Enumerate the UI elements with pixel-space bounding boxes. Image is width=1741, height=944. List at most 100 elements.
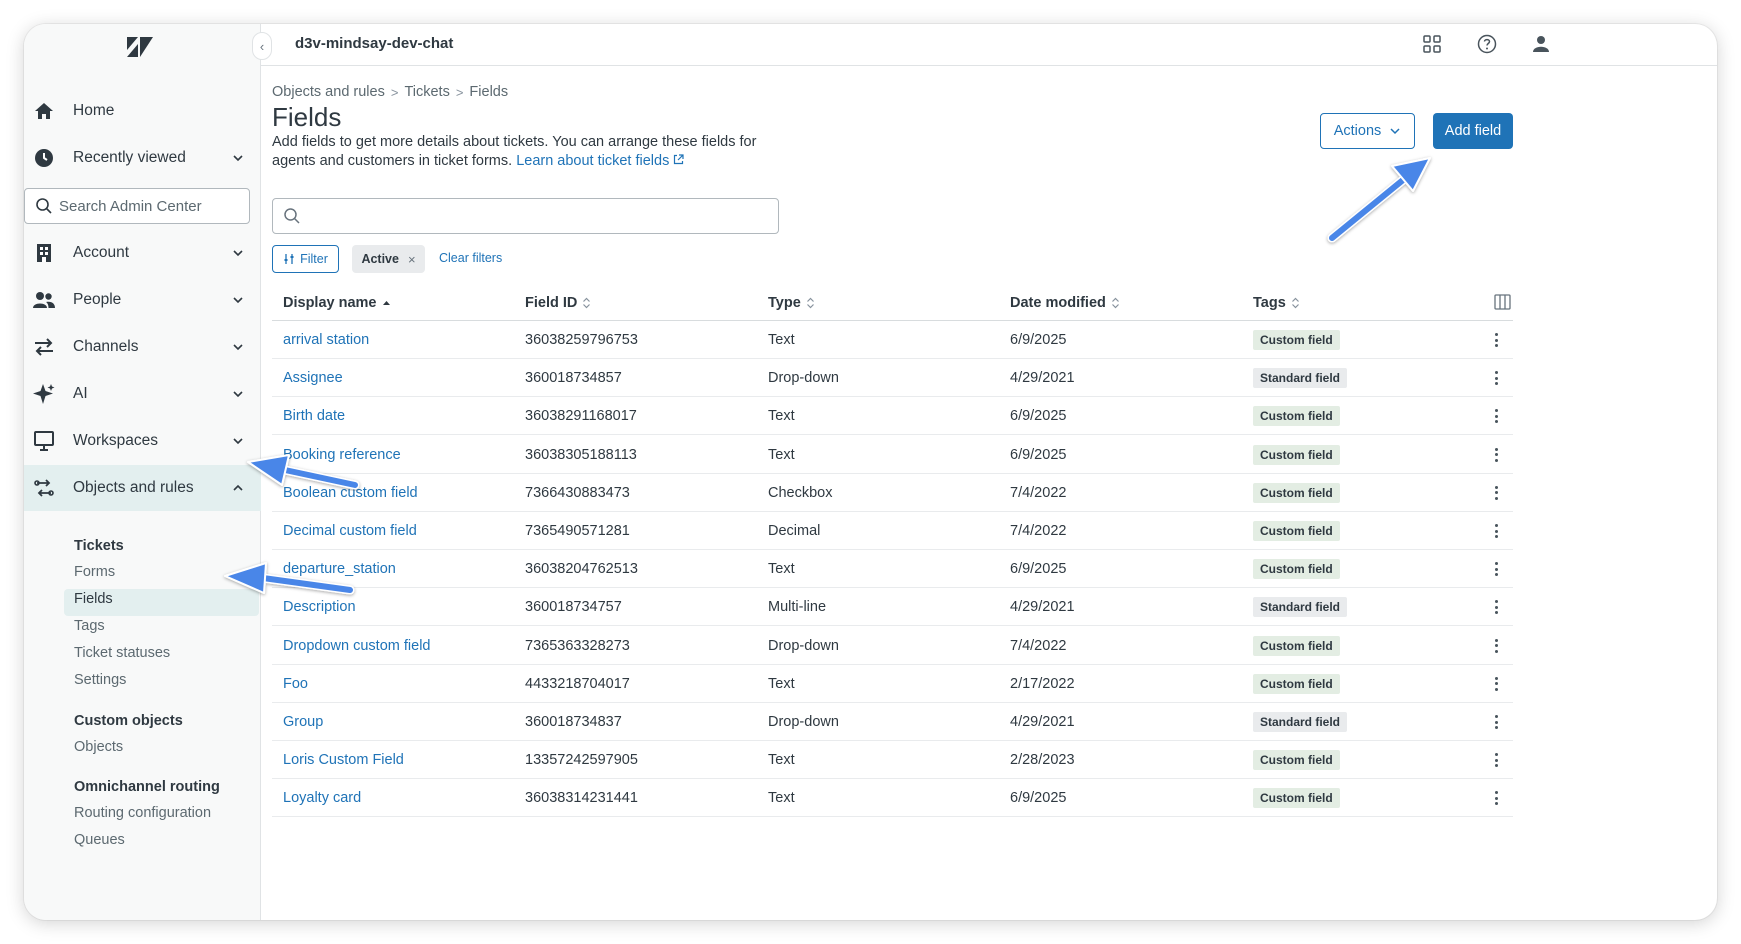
- learn-about-ticket-fields-link[interactable]: Learn about ticket fields: [516, 153, 684, 169]
- close-icon[interactable]: ×: [408, 252, 416, 267]
- tag-badge: Standard field: [1253, 368, 1348, 389]
- field-name-link[interactable]: Booking reference: [283, 447, 401, 463]
- field-name-link[interactable]: Assignee: [283, 370, 343, 386]
- field-id: 360018734857: [525, 370, 622, 387]
- field-id: 360018734757: [525, 599, 622, 616]
- date-modified: 4/29/2021: [1010, 370, 1075, 387]
- row-options-icon[interactable]: [1492, 369, 1500, 387]
- field-name-link[interactable]: Birth date: [283, 408, 345, 424]
- row-options-icon[interactable]: [1492, 675, 1500, 693]
- chevron-down-icon: [1390, 128, 1400, 135]
- field-name-link[interactable]: Decimal custom field: [283, 523, 417, 539]
- field-type: Text: [768, 408, 795, 425]
- column-header-date-modified[interactable]: Date modified: [1010, 295, 1120, 311]
- table-row: departure_station 36038204762513 Text 6/9/2…: [272, 550, 1513, 589]
- field-id: 36038305188113: [525, 446, 637, 463]
- date-modified: 4/29/2021: [1010, 599, 1075, 616]
- breadcrumb-objects-and-rules[interactable]: Objects and rules: [272, 84, 385, 100]
- clear-filters-link[interactable]: Clear filters: [439, 251, 502, 265]
- sort-icon: [806, 297, 814, 309]
- field-name-link[interactable]: Foo: [283, 676, 308, 692]
- table-row: Birth date 36038291168017 Text 6/9/2025 Cust…: [272, 397, 1513, 436]
- row-options-icon[interactable]: [1492, 789, 1500, 807]
- field-id: 36038291168017: [525, 408, 637, 425]
- field-id: 7366430883473: [525, 484, 630, 501]
- field-name-link[interactable]: Group: [283, 714, 323, 730]
- row-options-icon[interactable]: [1492, 446, 1500, 464]
- row-options-icon[interactable]: [1492, 522, 1500, 540]
- learn-link-label: Learn about ticket fields: [516, 153, 670, 169]
- header-label: Type: [768, 295, 801, 311]
- field-type: Drop-down: [768, 714, 839, 730]
- date-modified: 6/9/2025: [1010, 446, 1067, 463]
- row-options-icon[interactable]: [1492, 598, 1500, 616]
- field-type: Drop-down: [768, 637, 839, 654]
- tag-badge: Custom field: [1253, 482, 1340, 503]
- add-field-label: Add field: [1444, 123, 1502, 139]
- table-row: Description 360018734757 Multi-line 4/29/20…: [272, 588, 1513, 627]
- tag-badge: Custom field: [1253, 406, 1340, 427]
- table-row: Dropdown custom field 7365363328273 Drop-d…: [272, 627, 1513, 665]
- field-name-link[interactable]: arrival station: [283, 332, 369, 348]
- tag-badge: Custom field: [1253, 673, 1340, 694]
- field-id: 4433218704017: [525, 675, 630, 692]
- add-field-button[interactable]: Add field: [1433, 113, 1513, 149]
- table-row: Foo 4433218704017 Text 2/17/2022 Custom fiel…: [272, 665, 1513, 703]
- header-label: Tags: [1253, 295, 1286, 311]
- column-header-tags[interactable]: Tags: [1253, 295, 1300, 311]
- fields-search-input[interactable]: [272, 198, 779, 234]
- date-modified: 6/9/2025: [1010, 332, 1067, 348]
- date-modified: 6/9/2025: [1010, 561, 1067, 578]
- table-row: arrival station 36038259796753 Text 6/9/202…: [272, 321, 1513, 359]
- column-header-type[interactable]: Type: [768, 295, 815, 311]
- collapse-sidebar-button[interactable]: ‹: [252, 32, 272, 60]
- columns-icon[interactable]: [1494, 294, 1511, 310]
- field-id: 13357242597905: [525, 752, 638, 769]
- date-modified: 7/4/2022: [1010, 484, 1067, 501]
- sort-ascending-icon: [382, 300, 390, 305]
- field-id: 36038204762513: [525, 561, 638, 578]
- field-type: Text: [768, 446, 795, 463]
- column-header-field-id[interactable]: Field ID: [525, 295, 591, 311]
- field-type: Text: [768, 752, 795, 769]
- header-label: Date modified: [1010, 295, 1106, 311]
- field-id: 7365490571281: [525, 523, 630, 539]
- main-content: Objects and rules > Tickets > Fields Fie…: [24, 24, 1717, 920]
- field-name-link[interactable]: Loyalty card: [283, 790, 361, 806]
- tag-badge: Custom field: [1253, 559, 1340, 580]
- header-label: Display name: [283, 295, 377, 311]
- row-options-icon[interactable]: [1492, 331, 1500, 349]
- search-icon: [284, 208, 300, 224]
- row-options-icon[interactable]: [1492, 407, 1500, 425]
- field-id: 360018734837: [525, 714, 622, 730]
- field-id: 36038259796753: [525, 332, 638, 348]
- tag-badge: Custom field: [1253, 444, 1340, 465]
- sort-icon: [583, 297, 591, 309]
- breadcrumb-tickets[interactable]: Tickets: [404, 84, 449, 100]
- date-modified: 2/28/2023: [1010, 752, 1075, 769]
- table-row: Boolean custom field 7366430883473 Checkbo…: [272, 474, 1513, 512]
- field-id: 7365363328273: [525, 637, 630, 654]
- active-chip-label: Active: [361, 252, 399, 266]
- row-options-icon[interactable]: [1492, 713, 1500, 731]
- row-options-icon[interactable]: [1492, 751, 1500, 769]
- row-options-icon[interactable]: [1492, 637, 1500, 655]
- row-options-icon[interactable]: [1492, 484, 1500, 502]
- field-name-link[interactable]: Loris Custom Field: [283, 752, 404, 768]
- column-header-display-name[interactable]: Display name: [283, 295, 391, 311]
- active-filter-chip[interactable]: Active ×: [352, 245, 425, 273]
- page-title: Fields: [272, 102, 342, 132]
- tag-badge: Standard field: [1253, 597, 1348, 618]
- field-name-link[interactable]: Boolean custom field: [283, 485, 418, 501]
- field-name-link[interactable]: Dropdown custom field: [283, 638, 431, 654]
- breadcrumb: Objects and rules > Tickets > Fields: [272, 84, 508, 100]
- row-options-icon[interactable]: [1492, 560, 1500, 578]
- sort-icon: [1291, 297, 1299, 309]
- table-row: Loyalty card 36038314231441 Text 6/9/2025 Cu…: [272, 779, 1513, 818]
- filter-button[interactable]: Filter: [272, 245, 339, 273]
- header-label: Field ID: [525, 295, 578, 311]
- field-name-link[interactable]: departure_station: [283, 561, 396, 577]
- tag-badge: Custom field: [1253, 635, 1340, 656]
- actions-dropdown-button[interactable]: Actions: [1320, 113, 1415, 149]
- field-name-link[interactable]: Description: [283, 599, 356, 615]
